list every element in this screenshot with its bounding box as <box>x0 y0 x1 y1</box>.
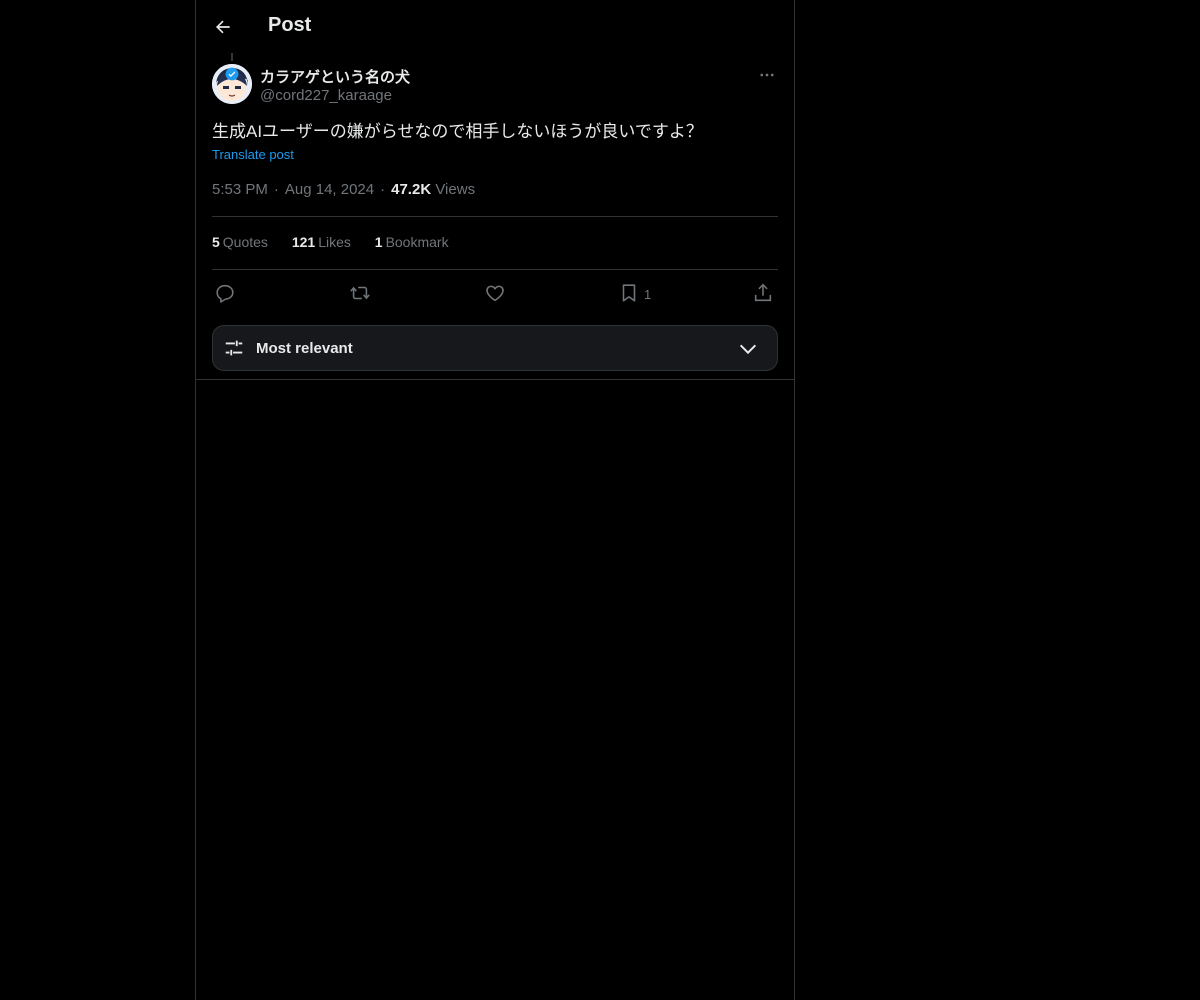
more-horizontal-icon <box>760 73 774 77</box>
chevron-down-icon <box>739 344 757 355</box>
reply-icon <box>216 284 234 303</box>
reply-sort-dropdown[interactable]: Most relevant <box>212 325 778 371</box>
post-text: 生成AIユーザーの嫌がらせなので相手しないほうが良いですよ？ <box>212 122 703 141</box>
like-button[interactable] <box>484 281 506 305</box>
share-icon <box>754 283 772 302</box>
arrow-left-icon <box>216 20 230 34</box>
divider <box>212 216 778 217</box>
sliders-icon <box>225 340 243 356</box>
bookmarks-count: 1 <box>374 234 383 250</box>
post-meta: 5:53 PM · Aug 14, 2024 · 47.2K Views <box>212 181 476 198</box>
likes-label: Likes <box>318 234 351 250</box>
page-title: Post <box>268 14 312 36</box>
bookmarks-stat[interactable]: 1 Bookmark <box>375 234 449 250</box>
views-count: 47.2K <box>391 181 432 198</box>
views-label: Views <box>435 181 476 198</box>
more-options-button[interactable] <box>756 64 778 86</box>
verified-badge-icon <box>225 67 239 81</box>
top-bar: Post <box>196 0 794 53</box>
repost-icon <box>350 286 370 300</box>
bookmark-count: 1 <box>644 287 652 302</box>
author-name[interactable]: カラアゲという名の犬 <box>260 66 410 87</box>
quotes-stat[interactable]: 5 Quotes <box>212 234 268 250</box>
author-handle[interactable]: @cord227_karaage <box>260 87 392 104</box>
post-stats: 5 Quotes 121 Likes 1 Bookmark <box>212 234 469 250</box>
sort-label: Most relevant <box>256 340 353 357</box>
reply-button[interactable] <box>214 281 236 305</box>
quotes-label: Quotes <box>222 234 268 250</box>
section-divider <box>196 379 794 380</box>
avatar[interactable] <box>212 64 252 104</box>
likes-count: 121 <box>291 234 316 250</box>
thread-line <box>231 53 233 61</box>
main-column: Post カラアゲという名の犬 @cord227_karaage 生成AIユーザ… <box>195 0 795 1000</box>
share-button[interactable] <box>752 281 774 305</box>
repost-button[interactable] <box>348 281 372 305</box>
quotes-count: 5 <box>212 234 220 250</box>
bookmark-icon <box>622 284 636 302</box>
heart-icon <box>486 285 504 302</box>
post-date[interactable]: Aug 14, 2024 <box>285 181 374 198</box>
likes-stat[interactable]: 121 Likes <box>292 234 351 250</box>
translate-post-link[interactable]: Translate post <box>212 147 294 162</box>
bookmarks-label: Bookmark <box>385 234 449 250</box>
post-time[interactable]: 5:53 PM <box>212 181 268 198</box>
divider <box>212 269 778 270</box>
bookmark-button[interactable]: 1 <box>618 281 651 305</box>
action-bar: 1 <box>212 281 778 305</box>
back-button[interactable] <box>208 12 238 42</box>
